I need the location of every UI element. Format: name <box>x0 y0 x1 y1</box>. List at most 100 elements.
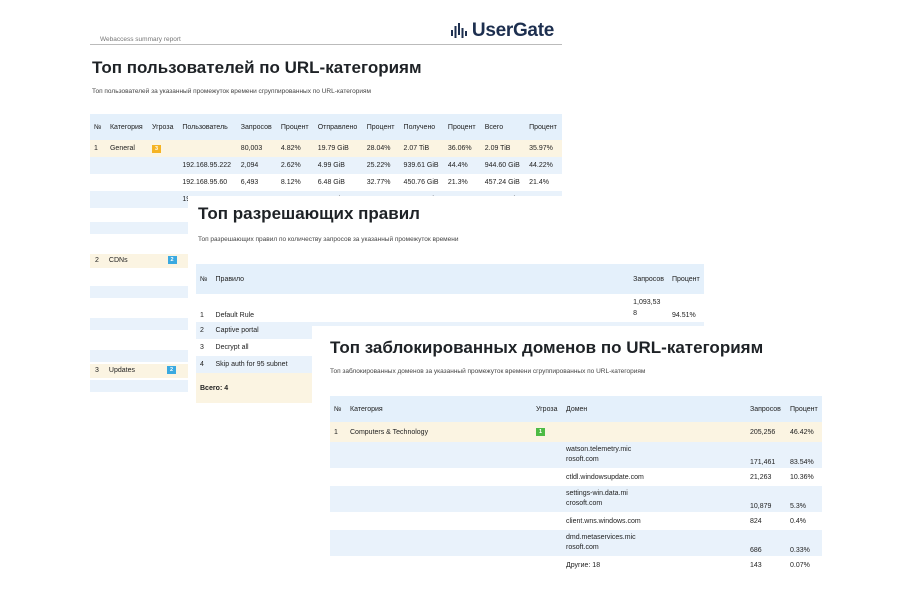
total-cell: 2.09 TiB <box>484 145 511 152</box>
total-cell: 944.60 GiB <box>484 162 520 169</box>
domain-cell: ctldl.windowsupdate.com <box>566 473 644 481</box>
domain-value: crosoft.com <box>566 500 603 507</box>
table-row: 1 Computers & Technology 1 205,256 46.42… <box>330 422 822 442</box>
threat-cell: 1 <box>532 422 562 442</box>
col-user: Пользователь <box>182 123 228 131</box>
percent-cell: 25.22% <box>366 162 391 169</box>
domain-cell: settings-win.data.mi crosoft.com <box>562 486 746 512</box>
requests-value: 1,093,53 <box>633 299 661 306</box>
page-title: Топ разрешающих правил <box>198 204 420 223</box>
page-subtitle: Топ пользователей за указанный промежуто… <box>92 88 371 95</box>
percent-cell: 4.82% <box>280 145 301 152</box>
col-requests: Запросов <box>633 275 664 283</box>
table-row <box>90 380 188 392</box>
col-category: Категория <box>350 405 383 413</box>
table-row: 1 Default Rule 1,093,53 8 94.51% <box>196 294 704 322</box>
percent-cell: 46.42% <box>790 428 814 436</box>
report-page-top-users: Webaccess summary report UserGate Топ по… <box>82 14 566 208</box>
report-header: Webaccess summary report <box>100 36 181 43</box>
percent-cell: 21.4% <box>529 179 549 186</box>
domain-value: dmd.metaservices.mic <box>566 534 636 541</box>
percent-cell: 44.4% <box>447 162 468 169</box>
percent-cell: 0.33% <box>790 547 810 554</box>
col-rule: Правило <box>215 275 245 283</box>
col-num: № <box>200 275 208 283</box>
col-percent: Процент <box>672 275 700 283</box>
row-num: 4 <box>200 361 204 368</box>
row-num: 3 <box>95 366 99 374</box>
domain-cell: Другие: 18 <box>566 561 601 569</box>
row-num: 1 <box>334 428 338 436</box>
table-header-row: № Правило Запросов Процент <box>196 264 704 294</box>
threat-badge: 2 <box>166 366 176 374</box>
blocked-domains-table: № Категория Угроза Домен Запросов Процен… <box>330 396 822 574</box>
category-row-updates: 3 Updates 2 <box>95 366 176 374</box>
col-requests: Запросов <box>750 405 781 413</box>
domain-cell: client.wns.windows.com <box>566 517 641 525</box>
table-row: dmd.metaservices.mic rosoft.com 686 0.33… <box>330 530 822 556</box>
table-row <box>90 222 188 234</box>
requests-value: 8 <box>633 310 638 317</box>
col-domain: Домен <box>566 405 588 413</box>
user-cell: 192.168.95.222 <box>182 162 232 169</box>
table-header-row: № Категория Угроза Пользователь Запросов… <box>90 114 562 140</box>
col-received: Получено <box>403 123 436 131</box>
threat-badge: 3 <box>151 144 161 153</box>
col-percent: Процент <box>447 123 476 131</box>
requests-cell: 171,461 <box>750 459 776 466</box>
domain-value: rosoft.com <box>566 456 599 463</box>
page-subtitle: Топ разрешающих правил по количеству зап… <box>198 236 459 243</box>
table-row: ctldl.windowsupdate.com 21,263 10.36% <box>330 468 822 486</box>
header-divider <box>90 44 562 45</box>
row-num: 1 <box>200 312 204 319</box>
col-category: Категория <box>109 123 143 131</box>
row-num: 3 <box>200 344 204 351</box>
col-total: Всего <box>484 123 504 131</box>
category-name: General <box>109 145 135 152</box>
row-num: 2 <box>95 256 99 264</box>
domain-value: watson.telemetry.mic <box>566 446 632 453</box>
percent-cell: 28.04% <box>366 145 391 152</box>
requests-cell: 10,879 <box>750 503 772 510</box>
threat-cell: 3 <box>148 140 178 157</box>
row-num: 1 <box>94 145 98 152</box>
col-num: № <box>94 123 102 131</box>
table-row <box>90 318 188 330</box>
percent-cell: 21.3% <box>447 179 468 186</box>
rule-name: Default Rule <box>215 312 255 319</box>
threat-badge: 1 <box>536 428 545 436</box>
col-percent: Процент <box>790 405 818 413</box>
col-threat: Угроза <box>536 405 558 413</box>
received-cell: 2.07 TiB <box>403 145 430 152</box>
table-row: settings-win.data.mi crosoft.com 10,879 … <box>330 486 822 512</box>
sent-cell: 6.48 GiB <box>317 179 345 186</box>
requests-cell: 21,263 <box>750 473 772 481</box>
table-header-row: № Категория Угроза Домен Запросов Процен… <box>330 396 822 422</box>
requests-cell: 6,493 <box>240 179 259 186</box>
col-sent: Отправлено <box>317 123 358 131</box>
table-row: Другие: 18 143 0.07% <box>330 556 822 574</box>
table-row: watson.telemetry.mic rosoft.com 171,461 … <box>330 442 822 468</box>
page-subtitle: Топ заблокированных доменов за указанный… <box>330 368 646 375</box>
domain-value: rosoft.com <box>566 544 599 551</box>
col-percent: Процент <box>280 123 309 131</box>
top-users-table: № Категория Угроза Пользователь Запросов… <box>90 114 562 208</box>
page-title: Топ пользователей по URL-категориям <box>92 58 422 77</box>
percent-cell: 94.51% <box>672 312 696 319</box>
sent-cell: 19.79 GiB <box>317 145 349 152</box>
percent-cell: 36.06% <box>447 145 472 152</box>
percent-cell: 83.54% <box>790 459 814 466</box>
percent-cell: 44.22% <box>529 162 553 169</box>
threat-badge: 2 <box>167 256 177 264</box>
table-row <box>90 350 188 362</box>
domain-value: settings-win.data.mi <box>566 490 628 497</box>
requests-cell: 205,256 <box>750 428 776 436</box>
total-cell: 457.24 GiB <box>484 179 520 186</box>
percent-cell: 32.77% <box>366 179 391 186</box>
logo-text: UserGate <box>471 20 554 41</box>
requests-cell: 80,003 <box>240 145 263 152</box>
domain-cell: dmd.metaservices.mic rosoft.com <box>562 530 746 556</box>
requests-cell: 2,094 <box>240 162 259 169</box>
table-row: client.wns.windows.com 824 0.4% <box>330 512 822 530</box>
category-name: CDNs <box>108 256 128 264</box>
